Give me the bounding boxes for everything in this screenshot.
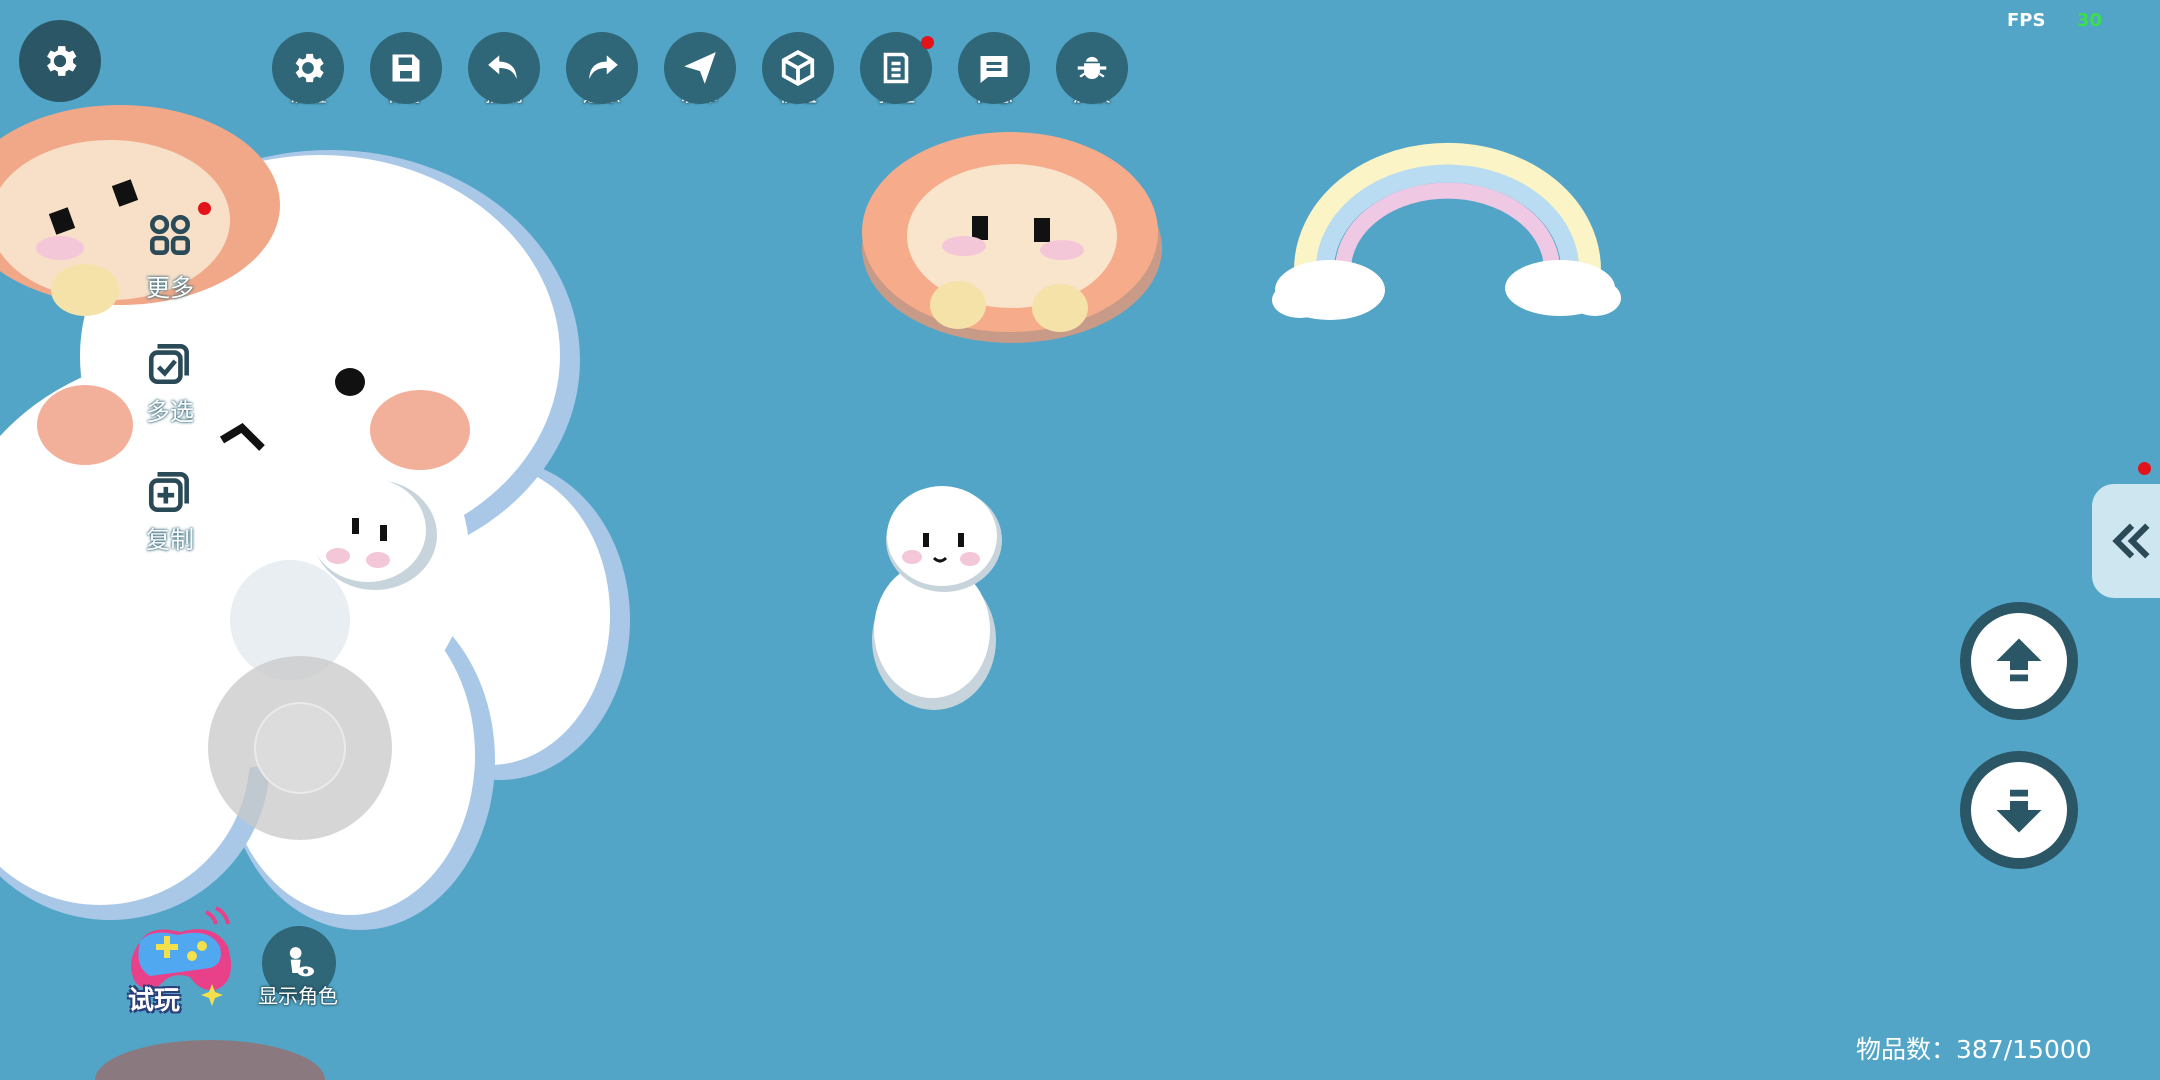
joystick-knob[interactable] [254, 702, 346, 794]
multi-select-button[interactable]: 多选 [120, 338, 220, 427]
edit-side-panel: 更多 多选 复制 [120, 186, 220, 566]
notification-dot [921, 36, 934, 49]
redo-icon [589, 55, 618, 80]
toolbar-log-button[interactable]: 日志 [956, 32, 1032, 106]
module-icon [781, 49, 815, 87]
more-label: 更多 [146, 274, 194, 302]
character-eye-icon [289, 947, 314, 977]
grid-more-icon [150, 215, 191, 256]
copy-icon [148, 472, 189, 513]
show-role-label: 显示角色 [258, 984, 338, 1008]
item-count: 物品数：387/15000 [1856, 1035, 2092, 1064]
move-up-button[interactable] [1960, 602, 2078, 720]
toolbar-save-button[interactable]: 保存 [368, 32, 444, 106]
tutorial-icon [883, 52, 909, 84]
multi-select-icon [148, 344, 189, 385]
notification-dot [2138, 462, 2151, 475]
toolbar-publish-button[interactable]: 发布 [662, 32, 738, 106]
settings-icon [295, 53, 324, 83]
toolbar-tutorial-button[interactable]: 教程 [858, 32, 934, 106]
copy-button[interactable]: 复制 [120, 466, 220, 555]
play-test-label[interactable]: 试玩 [128, 980, 180, 1017]
arrow-down-icon [1996, 789, 2042, 833]
save-icon [392, 54, 420, 82]
fps-label: FPS [2007, 10, 2046, 31]
settings-gear-button[interactable] [19, 20, 101, 102]
rainbow-decoration [1272, 142, 1621, 320]
toolbar-undo-button[interactable]: 撤销 [466, 32, 542, 106]
publish-icon [684, 52, 716, 84]
gear-icon [47, 46, 77, 76]
scene-canvas [0, 105, 1621, 1080]
multi-select-label: 多选 [146, 398, 194, 426]
partial-object-bottom [95, 1040, 325, 1080]
feedback-bug-icon [1077, 53, 1107, 80]
move-down-button[interactable] [1960, 751, 2078, 869]
collapse-panel-tab[interactable] [2092, 484, 2160, 598]
toolbar-feedback-button[interactable]: 反馈 [1054, 32, 1130, 106]
fps-value: 30 [2077, 10, 2103, 31]
double-chevron-left-icon [2112, 523, 2150, 559]
toolbar-settings-button[interactable]: 设置 [270, 32, 346, 106]
arrow-up-icon [1996, 638, 2042, 682]
lion-character-center [862, 132, 1162, 343]
copy-label: 复制 [146, 526, 194, 554]
toolbar-module-button[interactable]: 模组 [760, 32, 836, 106]
notification-dot [198, 202, 211, 215]
log-icon [980, 56, 1008, 83]
ghost-character-center [872, 486, 1002, 710]
toolbar-redo-button[interactable]: 还原 [564, 32, 640, 106]
undo-icon [488, 55, 517, 80]
more-button[interactable]: 更多 [120, 202, 220, 303]
